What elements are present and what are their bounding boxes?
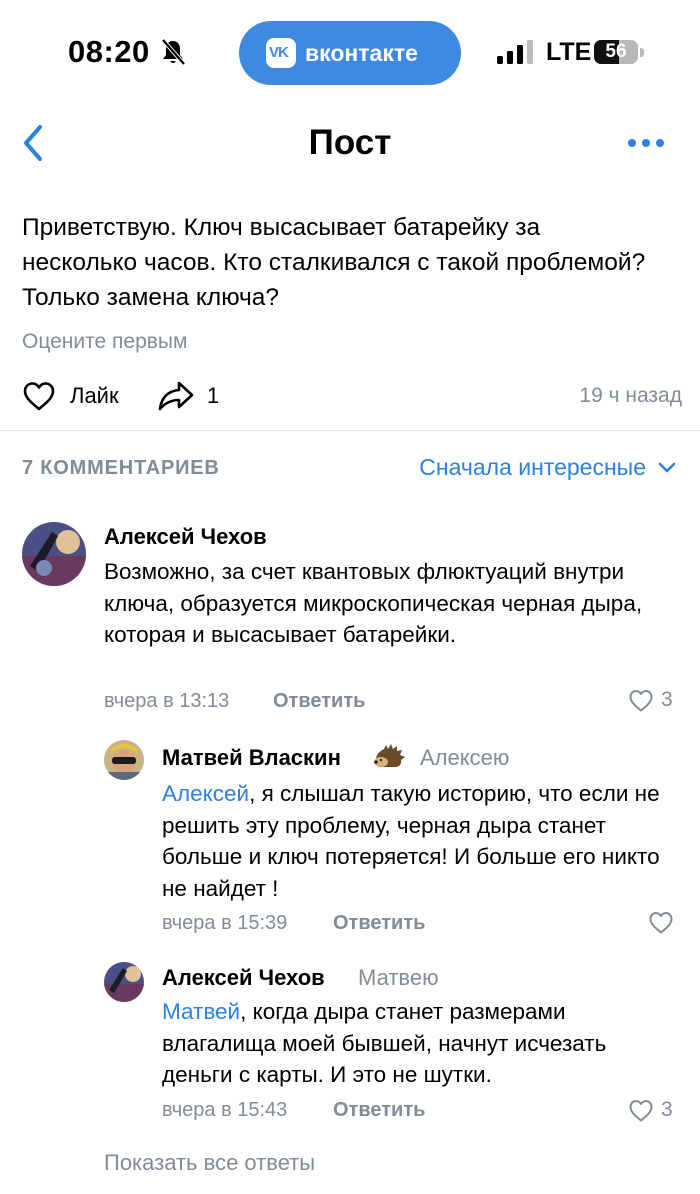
comment-like-count: 3 bbox=[661, 688, 673, 711]
heart-icon bbox=[23, 382, 55, 411]
comment-timestamp: вчера в 15:39 bbox=[162, 912, 288, 934]
battery-percent: 56 bbox=[605, 41, 627, 62]
bell-muted-icon bbox=[161, 38, 186, 66]
comment-like-count: 3 bbox=[661, 1098, 673, 1121]
vk-logo-icon: VK bbox=[266, 38, 296, 68]
status-time: 08:20 bbox=[68, 34, 150, 69]
comment-timestamp: вчера в 15:43 bbox=[162, 1099, 288, 1121]
chevron-down-icon bbox=[658, 462, 676, 472]
app-indicator-label: вконтакте bbox=[305, 39, 418, 66]
post-actions: Лайк 1 19 ч назад bbox=[0, 372, 700, 422]
like-button[interactable]: Лайк bbox=[22, 378, 119, 414]
reply-button[interactable]: Ответить bbox=[273, 690, 365, 713]
avatar[interactable] bbox=[104, 740, 144, 780]
page-title: Пост bbox=[308, 123, 392, 162]
network-type: LTE bbox=[546, 38, 592, 66]
heart-icon bbox=[629, 1099, 653, 1121]
reply-to-label[interactable]: Алексею bbox=[420, 745, 509, 771]
divider bbox=[0, 430, 700, 431]
rate-first-label[interactable]: Оцените первым bbox=[22, 330, 187, 354]
comment-like-button[interactable] bbox=[648, 911, 674, 934]
comment-text: Матвей, когда дыра станет размерами влаг… bbox=[162, 999, 607, 1087]
reply-button[interactable]: Ответить bbox=[333, 912, 425, 935]
show-all-replies-link[interactable]: Показать все ответы bbox=[104, 1150, 315, 1176]
comment-author[interactable]: Алексей Чехов bbox=[162, 965, 325, 991]
battery-icon: 56 bbox=[594, 40, 644, 64]
share-icon bbox=[158, 381, 194, 411]
avatar[interactable] bbox=[22, 522, 86, 586]
comments-count: 7 КОММЕНТАРИЕВ bbox=[22, 457, 220, 479]
app-indicator-pill[interactable]: VK вконтакте bbox=[239, 21, 461, 85]
post-timestamp: 19 ч назад bbox=[579, 384, 682, 407]
share-count: 1 bbox=[207, 383, 220, 408]
sort-label: Сначала интересные bbox=[419, 454, 646, 480]
share-button[interactable]: 1 bbox=[157, 378, 219, 414]
comment-text: Алексей, я слышал такую историю, что есл… bbox=[162, 781, 660, 901]
comment-like-button[interactable]: 3 bbox=[628, 1098, 673, 1122]
avatar[interactable] bbox=[104, 962, 144, 1002]
comment-text: Возможно, за счет квантовых флюктуаций в… bbox=[104, 559, 643, 647]
status-bar: 08:20 VK вконтакте LTE 56 bbox=[0, 0, 700, 105]
reply-to-label[interactable]: Матвею bbox=[358, 965, 439, 991]
heart-icon bbox=[629, 689, 653, 711]
navigation-bar: Пост bbox=[0, 105, 700, 185]
comment-author[interactable]: Алексей Чехов bbox=[104, 524, 267, 550]
reply-button[interactable]: Ответить bbox=[333, 1099, 425, 1122]
hedgehog-emoji-icon bbox=[374, 744, 405, 767]
cellular-signal-icon bbox=[497, 40, 533, 64]
like-label: Лайк bbox=[70, 383, 119, 408]
comment-like-button[interactable]: 3 bbox=[628, 688, 673, 712]
post-text: Приветствую. Ключ высасывает батарейку з… bbox=[22, 214, 646, 311]
more-horizontal-icon[interactable] bbox=[626, 135, 666, 151]
sort-dropdown[interactable]: Сначала интересные bbox=[419, 454, 676, 481]
mention-link[interactable]: Алексей bbox=[162, 781, 249, 806]
heart-icon bbox=[649, 912, 673, 934]
comment-author[interactable]: Матвей Власкин bbox=[162, 745, 341, 771]
mention-link[interactable]: Матвей bbox=[162, 999, 240, 1024]
comment-timestamp: вчера в 13:13 bbox=[104, 690, 230, 712]
